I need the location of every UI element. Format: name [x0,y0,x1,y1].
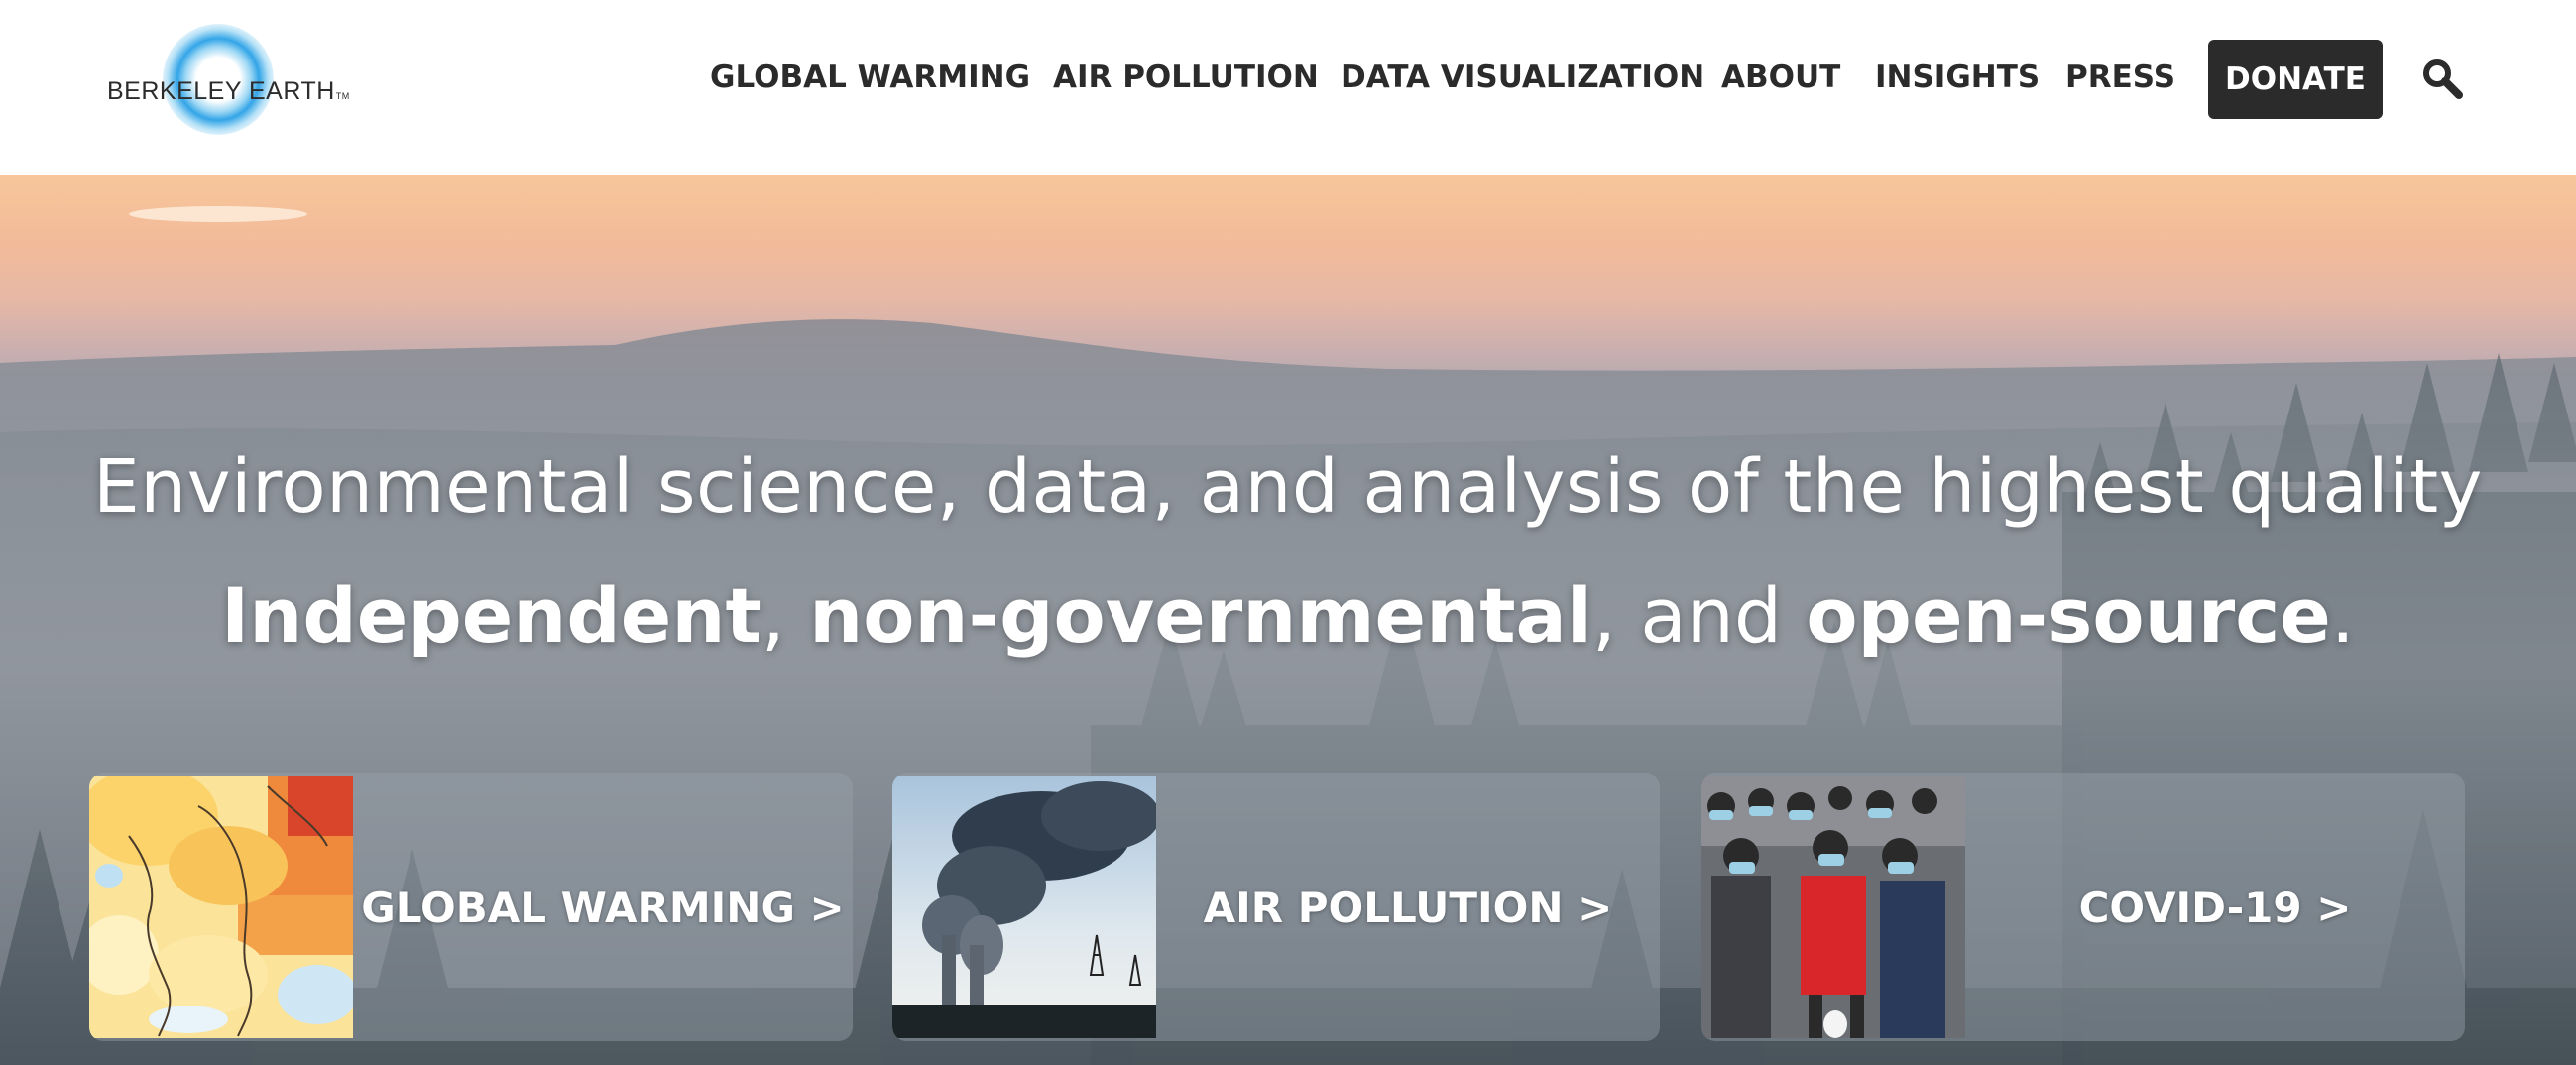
card-covid-19[interactable]: COVID-19 > [1701,773,2465,1041]
card-air-pollution[interactable]: AIR POLLUTION > [892,773,1660,1041]
temperature-map-thumbnail [89,776,353,1038]
tagline-open-source: open-source [1806,571,2331,659]
nav-insights[interactable]: INSIGHTS [1875,59,2040,95]
hero-headline: Environmental science, data, and analysi… [93,444,2483,530]
nav-air-pollution[interactable]: AIR POLLUTION [1053,59,1319,95]
tagline-period: . [2330,571,2355,659]
nav-about[interactable]: ABOUT [1721,59,1840,95]
donate-button[interactable]: DONATE [2208,40,2383,119]
card-global-warming-label: GLOBAL WARMING > [361,883,845,932]
card-global-warming[interactable]: GLOBAL WARMING > [89,773,853,1041]
logo-text: BERKELEY EARTHTM [107,77,350,106]
nav-press[interactable]: PRESS [2065,59,2175,95]
smokestacks-thumbnail [892,776,1156,1038]
brand-name: BERKELEY EARTH [107,77,335,105]
masked-crowd-thumbnail [1701,776,1965,1038]
berkeley-earth-logo[interactable]: BERKELEY EARTHTM [107,18,365,143]
card-air-pollution-label: AIR POLLUTION > [1203,883,1613,932]
hero-tagline: Independent, non-governmental, and open-… [0,571,2576,659]
nav-global-warming[interactable]: GLOBAL WARMING [710,59,1030,95]
nav-data-visualization[interactable]: DATA VISUALIZATION [1341,59,1704,95]
tagline-non-governmental: non-governmental [809,571,1592,659]
tagline-separator-1: , [761,571,810,659]
card-covid-19-label: COVID-19 > [2078,883,2352,932]
site-header: BERKELEY EARTHTM GLOBAL WARMING AIR POLL… [0,0,2576,175]
search-icon[interactable] [2419,56,2467,103]
tagline-independent: Independent [221,571,761,659]
trademark-mark: TM [335,91,350,101]
hero-banner: Environmental science, data, and analysi… [0,175,2576,1065]
tagline-separator-2: , and [1591,571,1807,659]
